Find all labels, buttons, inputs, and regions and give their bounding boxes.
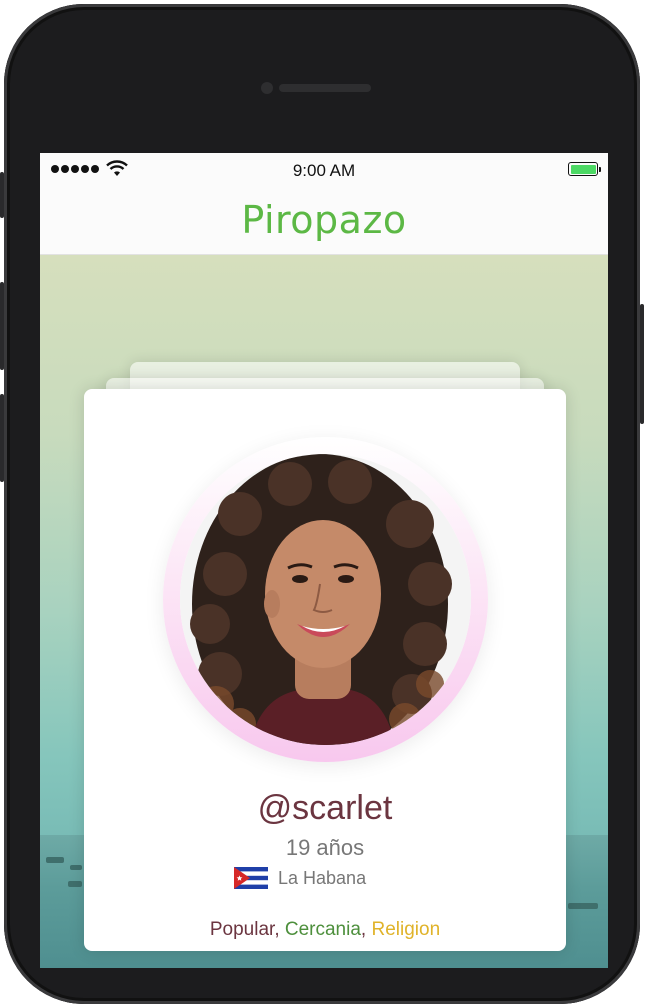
location-label: La Habana — [278, 867, 367, 888]
battery-icon — [568, 162, 601, 176]
tag-cercania[interactable]: Cercania — [285, 919, 361, 940]
avatar[interactable] — [180, 454, 471, 745]
boat-icon — [46, 857, 64, 863]
nav-bar: Piropazo — [40, 187, 608, 255]
mute-switch — [0, 172, 4, 218]
phone-screen: 9:00 AM Piropazo @scarlet 19 años La Hab… — [40, 153, 608, 968]
profile-photo — [180, 454, 471, 745]
tag-separator: , — [274, 919, 285, 940]
boat-icon — [68, 881, 82, 887]
profile-username: @scarlet — [257, 789, 393, 827]
volume-up-button — [0, 282, 4, 370]
profile-age: 19 años — [285, 835, 365, 860]
volume-down-button — [0, 394, 4, 482]
tag-separator: , — [360, 919, 372, 940]
front-camera — [261, 82, 273, 94]
earpiece-speaker — [279, 84, 371, 92]
tag-religion[interactable]: Religion — [371, 919, 440, 940]
profile-location: La Habana — [234, 867, 366, 889]
profile-tags: Popular, Cercania, Religion — [84, 919, 566, 941]
status-bar: 9:00 AM — [40, 153, 608, 187]
tag-popular[interactable]: Popular — [210, 919, 274, 940]
app-logo: Piropazo — [241, 197, 407, 242]
status-time: 9:00 AM — [292, 161, 356, 180]
cuba-flag-icon — [234, 867, 268, 889]
power-button — [640, 304, 644, 424]
boat-icon — [568, 903, 598, 909]
boat-icon — [70, 865, 82, 870]
